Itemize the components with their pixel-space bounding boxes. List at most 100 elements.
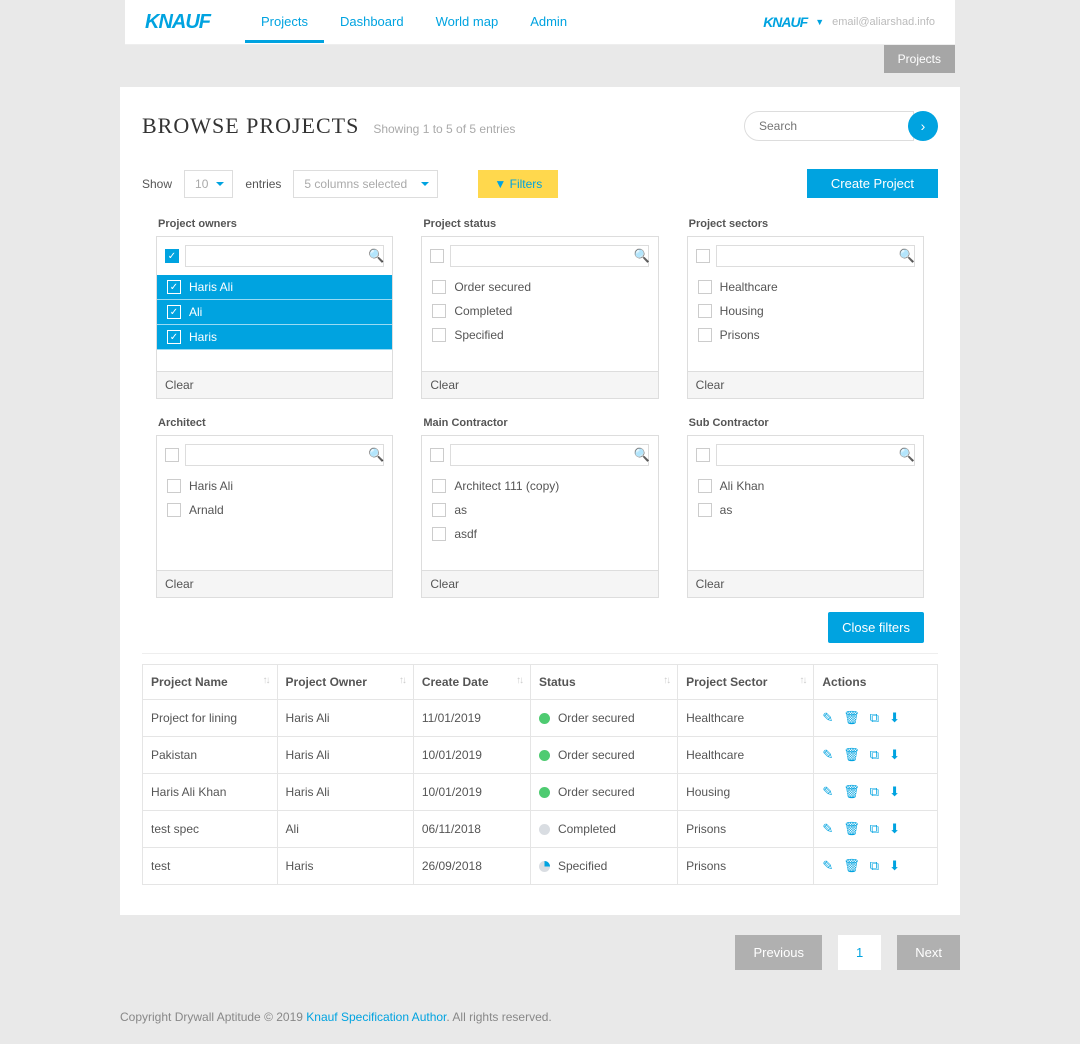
create-project-button[interactable]: Create Project — [807, 169, 938, 198]
filter-clear-button[interactable]: Clear — [422, 371, 657, 398]
checkbox-icon[interactable] — [167, 479, 181, 493]
filters-button[interactable]: ▼ Filters — [478, 170, 558, 198]
checkbox-icon[interactable]: ✓ — [167, 330, 181, 344]
download-icon[interactable]: ⬇ — [889, 821, 900, 837]
download-icon[interactable]: ⬇ — [889, 710, 900, 726]
column-header[interactable]: Actions — [814, 665, 938, 700]
filter-select-all-checkbox[interactable] — [696, 448, 710, 462]
checkbox-icon[interactable] — [432, 328, 446, 342]
filter-search-input[interactable] — [716, 245, 915, 267]
filter-item[interactable]: Housing — [688, 299, 923, 323]
filter-clear-button[interactable]: Clear — [157, 371, 392, 398]
filter-item-label: Haris — [189, 330, 217, 344]
delete-icon[interactable]: 🗑 — [843, 784, 860, 800]
footer: Copyright Drywall Aptitude © 2019 Knauf … — [120, 1010, 960, 1024]
filter-item[interactable]: Healthcare — [688, 275, 923, 299]
cell-project-name: Haris Ali Khan — [143, 774, 278, 811]
edit-icon[interactable]: ✎ — [822, 784, 833, 800]
filter-item[interactable]: Specified — [422, 323, 657, 347]
copy-icon[interactable]: ⧉ — [870, 710, 879, 726]
edit-icon[interactable]: ✎ — [822, 858, 833, 874]
filter-item[interactable]: ✓ Haris — [157, 325, 392, 350]
checkbox-icon[interactable] — [698, 304, 712, 318]
nav-admin[interactable]: Admin — [514, 1, 583, 43]
brand-logo-small[interactable]: KNAUF — [763, 14, 807, 30]
filter-select-all-checkbox[interactable] — [430, 249, 444, 263]
filter-item[interactable]: Order secured — [422, 275, 657, 299]
edit-icon[interactable]: ✎ — [822, 710, 833, 726]
filter-item[interactable]: Arnald — [157, 498, 392, 522]
filter-item[interactable]: Prisons — [688, 323, 923, 347]
download-icon[interactable]: ⬇ — [889, 858, 900, 874]
checkbox-icon[interactable] — [167, 503, 181, 517]
column-header[interactable]: Status↑↓ — [530, 665, 677, 700]
next-button[interactable]: Next — [897, 935, 960, 970]
download-icon[interactable]: ⬇ — [889, 784, 900, 800]
copy-icon[interactable]: ⧉ — [870, 858, 879, 874]
nav-dashboard[interactable]: Dashboard — [324, 1, 420, 43]
filter-item[interactable]: as — [688, 498, 923, 522]
checkbox-icon[interactable] — [698, 328, 712, 342]
divider — [142, 653, 938, 654]
filter-clear-button[interactable]: Clear — [688, 570, 923, 597]
filter-clear-button[interactable]: Clear — [688, 371, 923, 398]
column-header[interactable]: Project Sector↑↓ — [678, 665, 814, 700]
page-size-select[interactable]: 10 — [184, 170, 233, 198]
filter-search-input[interactable] — [716, 444, 915, 466]
filter-search-input[interactable] — [185, 444, 384, 466]
filter-item[interactable]: ✓Ali — [157, 300, 392, 325]
footer-suffix: . All rights reserved. — [446, 1010, 551, 1024]
filter-item[interactable]: Haris Ali — [157, 474, 392, 498]
copy-icon[interactable]: ⧉ — [870, 747, 879, 763]
filter-item[interactable]: ✓Haris Ali — [157, 275, 392, 300]
search-input[interactable] — [744, 111, 914, 141]
page-1-button[interactable]: 1 — [838, 935, 881, 970]
checkbox-icon[interactable]: ✓ — [167, 280, 181, 294]
delete-icon[interactable]: 🗑 — [843, 710, 860, 726]
filter-item[interactable]: Architect 111 (copy) — [422, 474, 657, 498]
download-icon[interactable]: ⬇ — [889, 747, 900, 763]
breadcrumb[interactable]: Projects — [884, 45, 955, 73]
checkbox-icon[interactable] — [432, 280, 446, 294]
delete-icon[interactable]: 🗑 — [843, 858, 860, 874]
pagination: Previous 1 Next — [120, 935, 960, 970]
filter-item[interactable]: asdf — [422, 522, 657, 546]
search-button[interactable]: › — [908, 111, 938, 141]
nav-world-map[interactable]: World map — [420, 1, 515, 43]
previous-button[interactable]: Previous — [735, 935, 822, 970]
filter-select-all-checkbox[interactable] — [430, 448, 444, 462]
filter-select-all-checkbox[interactable] — [696, 249, 710, 263]
checkbox-icon[interactable] — [432, 527, 446, 541]
checkbox-icon[interactable] — [698, 280, 712, 294]
filter-search-input[interactable] — [185, 245, 384, 267]
checkbox-icon[interactable] — [432, 304, 446, 318]
copy-icon[interactable]: ⧉ — [870, 821, 879, 837]
filter-select-all-checkbox[interactable] — [165, 448, 179, 462]
filter-clear-button[interactable]: Clear — [157, 570, 392, 597]
nav-projects[interactable]: Projects — [245, 1, 324, 43]
column-header[interactable]: Project Name↑↓ — [143, 665, 278, 700]
columns-select[interactable]: 5 columns selected — [293, 170, 438, 198]
column-header[interactable]: Project Owner↑↓ — [277, 665, 413, 700]
checkbox-icon[interactable] — [698, 503, 712, 517]
filter-search-input[interactable] — [450, 245, 649, 267]
copy-icon[interactable]: ⧉ — [870, 784, 879, 800]
edit-icon[interactable]: ✎ — [822, 747, 833, 763]
close-filters-button[interactable]: Close filters — [828, 612, 924, 643]
filter-item-label: Specified — [454, 328, 503, 342]
footer-link[interactable]: Knauf Specification Author — [306, 1010, 446, 1024]
filter-clear-button[interactable]: Clear — [422, 570, 657, 597]
filter-select-all-checkbox[interactable]: ✓ — [165, 249, 179, 263]
edit-icon[interactable]: ✎ — [822, 821, 833, 837]
delete-icon[interactable]: 🗑 — [843, 747, 860, 763]
checkbox-icon[interactable] — [432, 479, 446, 493]
filter-item[interactable]: Ali Khan — [688, 474, 923, 498]
delete-icon[interactable]: 🗑 — [843, 821, 860, 837]
checkbox-icon[interactable] — [432, 503, 446, 517]
column-header[interactable]: Create Date↑↓ — [413, 665, 530, 700]
checkbox-icon[interactable]: ✓ — [167, 305, 181, 319]
filter-item[interactable]: Completed — [422, 299, 657, 323]
filter-item[interactable]: as — [422, 498, 657, 522]
filter-search-input[interactable] — [450, 444, 649, 466]
checkbox-icon[interactable] — [698, 479, 712, 493]
